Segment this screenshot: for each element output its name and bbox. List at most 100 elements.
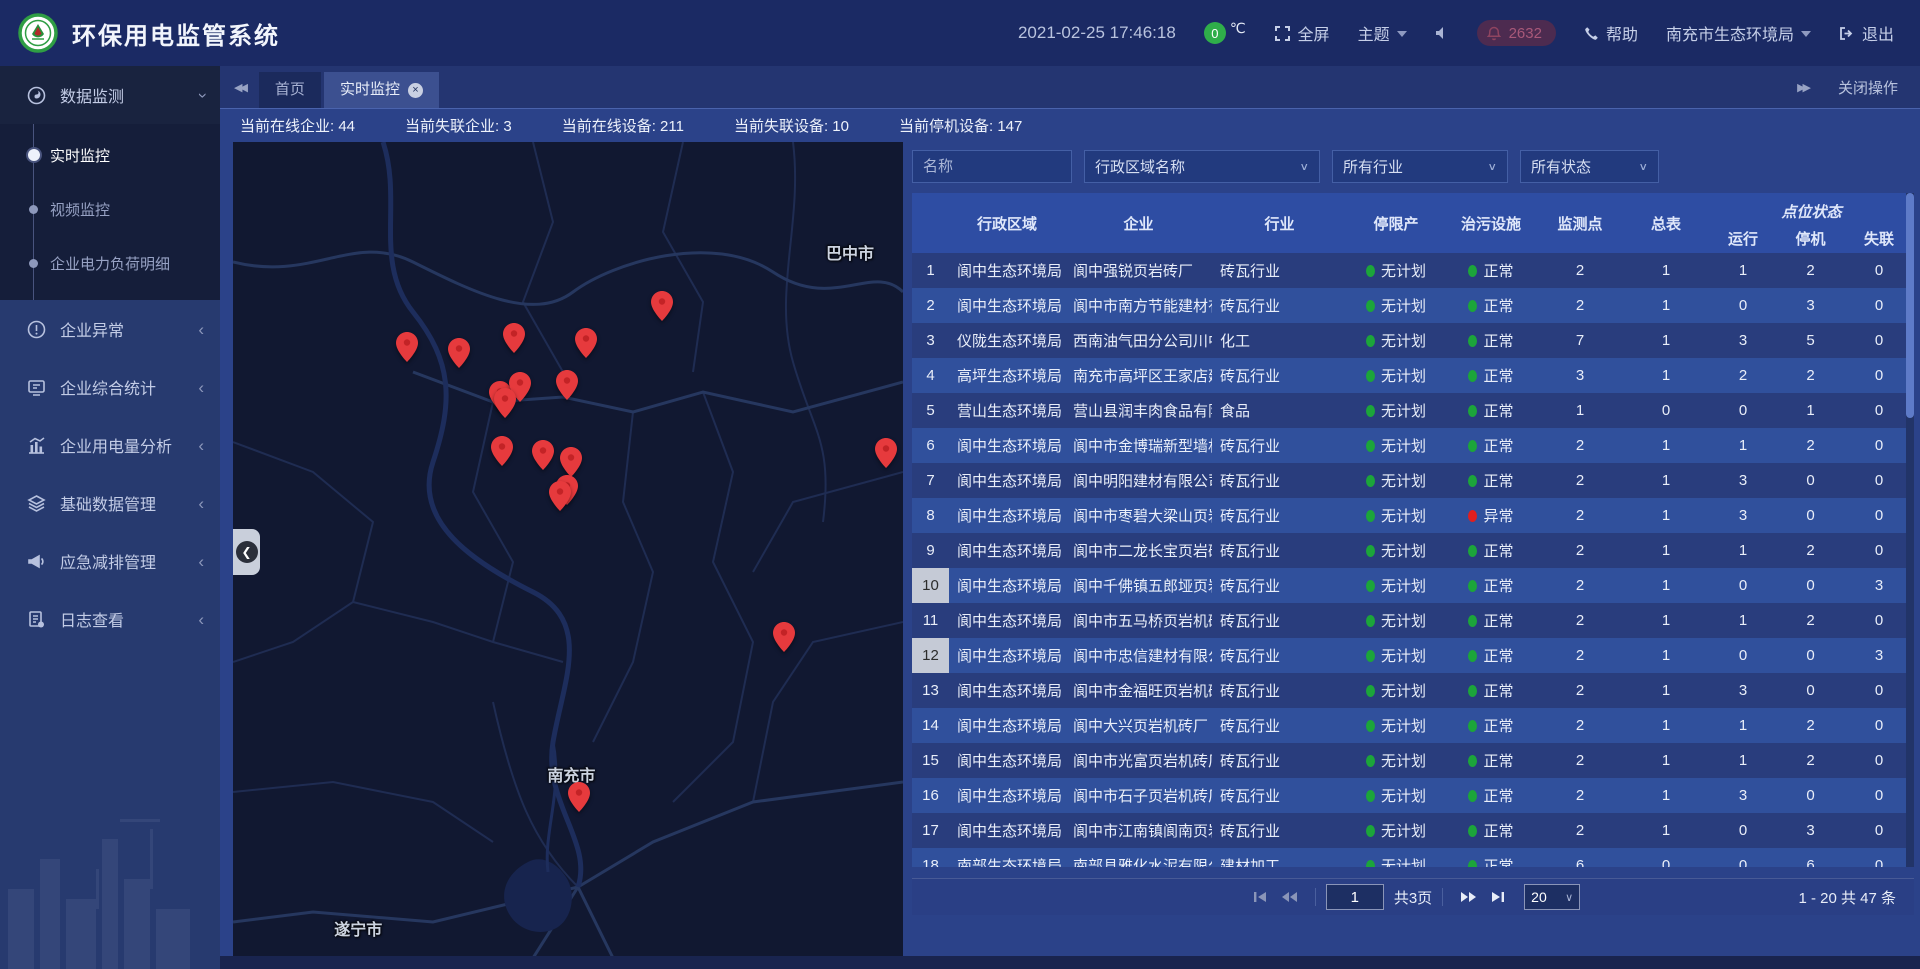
- name-filter-input[interactable]: [912, 150, 1072, 183]
- prev-page-button[interactable]: [1274, 891, 1305, 903]
- cell-stop-plan: 无计划: [1347, 855, 1445, 867]
- map-pin-icon[interactable]: [494, 388, 516, 418]
- table-row[interactable]: 15阆中生态环境局阆中市光富页岩机砖厂砖瓦行业无计划正常21120: [912, 743, 1914, 778]
- notification-count: 2632: [1509, 25, 1542, 42]
- tabs-scroll-right-icon[interactable]: ▶▶: [1797, 81, 1808, 94]
- map-pin-icon[interactable]: [556, 370, 578, 400]
- table-row[interactable]: 6阆中生态环境局阆中市金博瑞新型墙材砖瓦行业无计划正常21120: [912, 428, 1914, 463]
- sidebar-section-4[interactable]: 基础数据管理‹: [0, 474, 220, 532]
- layers-icon: [27, 494, 46, 513]
- map-pin-icon[interactable]: [448, 338, 470, 368]
- map-panel[interactable]: 巴中市南充市遂宁市 ❮: [233, 142, 903, 957]
- sidebar-section-0[interactable]: 数据监测‹: [0, 66, 220, 124]
- table-row[interactable]: 18南部生态环境局南部县雅化水泥有限公建材加工无计划正常60060: [912, 848, 1914, 867]
- map-pin-icon[interactable]: [575, 328, 597, 358]
- cell-stop-plan: 无计划: [1347, 295, 1445, 316]
- map-pin-icon[interactable]: [549, 481, 571, 511]
- logout-label: 退出: [1862, 21, 1894, 45]
- table-row[interactable]: 5营山生态环境局营山县润丰肉食品有限食品无计划正常10010: [912, 393, 1914, 428]
- table-row[interactable]: 3仪陇生态环境局西南油气田分公司川中化工无计划正常71350: [912, 323, 1914, 358]
- logout-button[interactable]: 退出: [1839, 21, 1894, 45]
- row-number: 7: [912, 463, 949, 498]
- table-row[interactable]: 9阆中生态环境局阆中市二龙长宝页岩砖砖瓦行业无计划正常21120: [912, 533, 1914, 568]
- table-row[interactable]: 8阆中生态环境局阆中市枣碧大梁山页岩砖瓦行业无计划异常21300: [912, 498, 1914, 533]
- close-operations-button[interactable]: 关闭操作: [1838, 77, 1898, 98]
- chevron-icon: ‹: [198, 379, 204, 396]
- last-page-button[interactable]: [1484, 891, 1512, 903]
- table-row[interactable]: 12阆中生态环境局阆中市忠信建材有限公砖瓦行业无计划正常21003: [912, 638, 1914, 673]
- cell-monitor-points: 2: [1537, 297, 1623, 314]
- sidebar-section-2[interactable]: 企业综合统计‹: [0, 358, 220, 416]
- sidebar-item[interactable]: 视频监控: [0, 182, 220, 236]
- sidebar-section-5[interactable]: 应急减排管理‹: [0, 532, 220, 590]
- map-pin-icon[interactable]: [560, 447, 582, 477]
- cell-lost: 0: [1844, 402, 1914, 419]
- map-pin-icon[interactable]: [503, 323, 525, 353]
- cell-halted: 2: [1777, 717, 1844, 734]
- mute-button[interactable]: [1435, 26, 1449, 40]
- cell-monitor-points: 1: [1537, 402, 1623, 419]
- fullscreen-button[interactable]: 全屏: [1274, 21, 1330, 45]
- table-row[interactable]: 10阆中生态环境局阆中千佛镇五郎垭页岩砖瓦行业无计划正常21003: [912, 568, 1914, 603]
- cell-region: 阆中生态环境局: [949, 715, 1065, 736]
- table-row[interactable]: 2阆中生态环境局阆中市南方节能建材有砖瓦行业无计划正常21030: [912, 288, 1914, 323]
- sidebar-section-1[interactable]: 企业异常‹: [0, 300, 220, 358]
- sidebar-group: 企业用电量分析‹: [0, 416, 220, 474]
- sidebar-section-3[interactable]: 企业用电量分析‹: [0, 416, 220, 474]
- app-logo-icon: [18, 13, 58, 53]
- row-number: 14: [912, 708, 949, 743]
- map-collapse-handle[interactable]: ❮: [233, 529, 260, 575]
- region-filter-select[interactable]: 行政区域名称 ∨: [1084, 150, 1320, 183]
- next-page-button[interactable]: [1453, 891, 1484, 903]
- tab-实时监控[interactable]: 实时监控×: [324, 72, 439, 108]
- table-row[interactable]: 14阆中生态环境局阆中大兴页岩机砖厂砖瓦行业无计划正常21120: [912, 708, 1914, 743]
- org-dropdown[interactable]: 南充市生态环境局: [1666, 21, 1811, 45]
- table-row[interactable]: 13阆中生态环境局阆中市金福旺页岩机砖砖瓦行业无计划正常21300: [912, 673, 1914, 708]
- status-dot-icon: [1366, 545, 1375, 557]
- bullet-dot-icon: [28, 149, 40, 161]
- scrollbar-thumb[interactable]: [1906, 193, 1914, 418]
- row-number: 15: [912, 743, 949, 778]
- tabs-scroll-left-icon[interactable]: ◀◀: [234, 81, 245, 94]
- sub-column-header: 运行: [1709, 223, 1777, 253]
- map-pin-icon[interactable]: [396, 332, 418, 362]
- divider: [1442, 888, 1443, 906]
- status-dot-icon: [1366, 685, 1375, 697]
- tab-close-icon[interactable]: ×: [408, 83, 423, 98]
- table-row[interactable]: 7阆中生态环境局阆中明阳建材有限公司砖瓦行业无计划正常21300: [912, 463, 1914, 498]
- sidebar-item[interactable]: 实时监控: [0, 128, 220, 182]
- cell-halted: 6: [1777, 857, 1844, 867]
- table-row[interactable]: 1阆中生态环境局阆中强锐页岩砖厂砖瓦行业无计划正常21120: [912, 253, 1914, 288]
- table-row[interactable]: 11阆中生态环境局阆中市五马桥页岩机砖砖瓦行业无计划正常21120: [912, 603, 1914, 638]
- cell-industry: 砖瓦行业: [1212, 540, 1347, 561]
- help-button[interactable]: 帮助: [1584, 21, 1638, 45]
- cell-company: 南部县雅化水泥有限公: [1065, 855, 1212, 867]
- map-pin-icon[interactable]: [875, 438, 897, 468]
- page-number-input[interactable]: [1326, 884, 1384, 910]
- map-pin-icon[interactable]: [568, 782, 590, 812]
- cell-company: 营山县润丰肉食品有限: [1065, 400, 1212, 421]
- sidebar: 数据监测‹实时监控视频监控企业电力负荷明细企业异常‹企业综合统计‹企业用电量分析…: [0, 66, 220, 969]
- group-column-header: 点位状态: [1709, 193, 1914, 223]
- sidebar-item[interactable]: 企业电力负荷明细: [0, 236, 220, 290]
- fullscreen-label: 全屏: [1298, 21, 1330, 45]
- stat-item: 当前在线设备: 211: [562, 115, 684, 136]
- sidebar-section-6[interactable]: 日志查看‹: [0, 590, 220, 648]
- first-page-button[interactable]: [1246, 891, 1274, 903]
- theme-dropdown[interactable]: 主题: [1358, 21, 1407, 45]
- tab-首页[interactable]: 首页: [259, 72, 321, 108]
- table-row[interactable]: 17阆中生态环境局阆中市江南镇阆南页岩砖瓦行业无计划正常21030: [912, 813, 1914, 848]
- map-pin-icon[interactable]: [651, 291, 673, 321]
- map-pin-icon[interactable]: [532, 440, 554, 470]
- notifications-badge[interactable]: 2632: [1477, 20, 1556, 46]
- cell-halted: 0: [1777, 647, 1844, 664]
- map-pin-icon[interactable]: [773, 622, 795, 652]
- page-size-select[interactable]: 20 ∨: [1524, 884, 1580, 910]
- chevron-down-icon: ∨: [1638, 160, 1648, 173]
- map-pin-icon[interactable]: [491, 436, 513, 466]
- status-filter-select[interactable]: 所有状态 ∨: [1520, 150, 1659, 183]
- sidebar-group: 企业异常‹: [0, 300, 220, 358]
- table-row[interactable]: 16阆中生态环境局阆中市石子页岩机砖厂砖瓦行业无计划正常21300: [912, 778, 1914, 813]
- table-row[interactable]: 4高坪生态环境局南充市高坪区王家店建砖瓦行业无计划正常31220: [912, 358, 1914, 393]
- industry-filter-select[interactable]: 所有行业 ∨: [1332, 150, 1508, 183]
